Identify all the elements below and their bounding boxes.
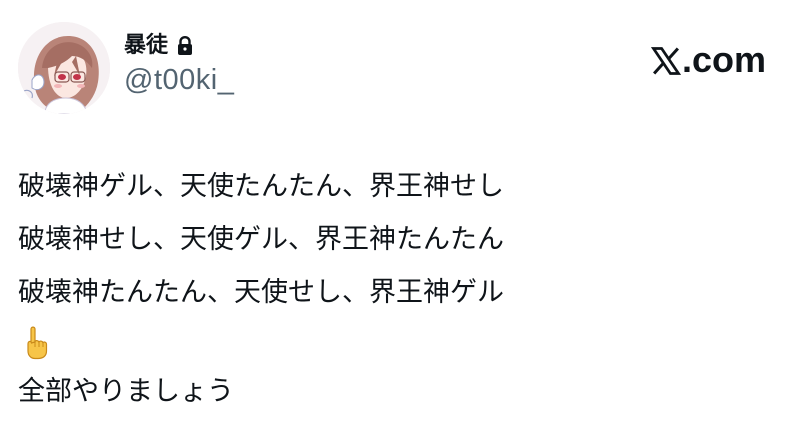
post-header: 暴徒 @t00ki_ bbox=[18, 22, 234, 114]
post-line-1: 破壊神ゲル、天使たんたん、界王神せし bbox=[18, 171, 504, 202]
lock-icon bbox=[176, 35, 194, 56]
brand-text: .com bbox=[681, 39, 766, 80]
user-info: 暴徒 @t00ki_ bbox=[124, 32, 234, 98]
avatar[interactable] bbox=[18, 22, 110, 114]
post-line-3: 破壊神たんたん、天使せし、界王神ゲル bbox=[18, 277, 504, 308]
pointing-up-hand-icon bbox=[27, 326, 48, 360]
x-logo-icon bbox=[650, 47, 681, 75]
name-row: 暴徒 bbox=[124, 32, 234, 60]
display-name[interactable]: 暴徒 bbox=[124, 32, 168, 60]
post-body: 破壊神ゲル、天使たんたん、界王神せし 破壊神せし、天使ゲル、界王神たんたん 破壊… bbox=[18, 160, 778, 418]
emoji-line bbox=[18, 319, 778, 365]
post-line-2: 破壊神せし、天使ゲル、界王神たんたん bbox=[18, 224, 504, 255]
avatar-illustration bbox=[18, 22, 110, 114]
brand-link[interactable]: .com bbox=[650, 39, 766, 80]
post-closing-line: 全部やりましょう bbox=[18, 376, 234, 407]
user-handle[interactable]: @t00ki_ bbox=[124, 62, 234, 98]
post-card: 暴徒 @t00ki_ .com 破壊神ゲル、天使たんたん、界王神せし 破壊神せし… bbox=[0, 0, 800, 441]
